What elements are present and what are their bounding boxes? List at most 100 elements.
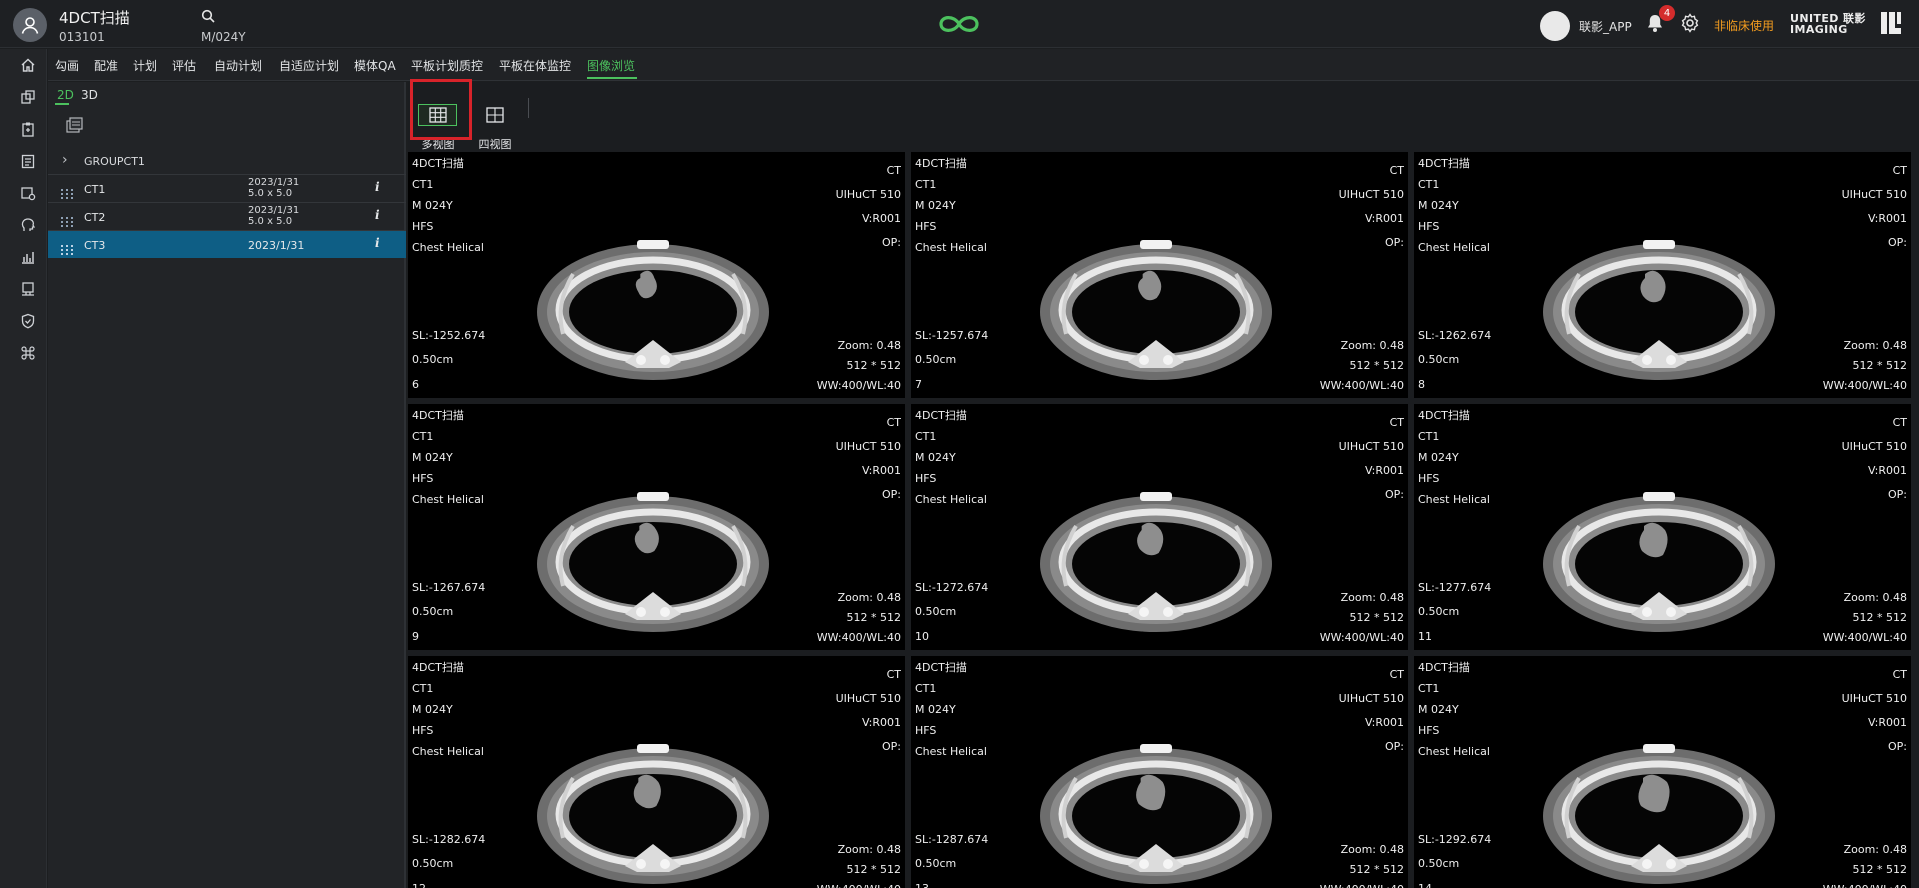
viewport-patient: M 024Y <box>1418 703 1459 716</box>
menu-item-registration[interactable]: 配准 <box>94 57 118 74</box>
viewport-thickness: 0.50cm <box>412 353 454 366</box>
menu-item-epid-plan-qc[interactable]: 平板计划质控 <box>411 57 483 74</box>
viewport-protocol: Chest Helical <box>915 745 987 758</box>
series-spacing: 5.0 x 5.0 <box>248 216 293 227</box>
viewport-version: V:R001 <box>862 212 901 225</box>
group-name: GROUPCT1 <box>84 155 145 168</box>
ct-viewport[interactable]: 4DCT扫描 CT1 M 024Y HFS Chest Helical SL:-1262.… <box>1414 152 1911 398</box>
search-icon[interactable] <box>201 8 215 27</box>
group-row[interactable]: › GROUPCT1 <box>48 148 406 174</box>
ct-slice-image <box>1543 240 1775 380</box>
viewport-thickness: 0.50cm <box>1418 857 1460 870</box>
ct-viewport[interactable]: 4DCT扫描 CT1 M 024Y HFS Chest Helical SL:-1257.… <box>911 152 1408 398</box>
viewport-slice-location: SL:-1262.674 <box>1418 329 1492 342</box>
ct-slice-image <box>1040 744 1272 884</box>
viewport-thickness: 0.50cm <box>915 605 957 618</box>
patient-avatar-icon[interactable] <box>13 8 47 42</box>
viewport-op: OP: <box>882 488 901 501</box>
viewport-window: WW:400/WL:40 <box>1319 631 1404 644</box>
viewport-zoom: Zoom: 0.48 <box>837 591 901 604</box>
viewport-slice-index: 6 <box>412 378 419 391</box>
viewport-protocol: Chest Helical <box>412 493 484 506</box>
user-avatar[interactable] <box>1540 11 1570 41</box>
viewport-matrix: 512 * 512 <box>846 611 901 624</box>
info-icon[interactable]: i <box>375 208 380 222</box>
ct-viewport[interactable]: 4DCT扫描 CT1 M 024Y HFS Chest Helical SL:-1292.… <box>1414 656 1911 888</box>
image-settings-icon[interactable] <box>18 183 38 203</box>
viewport-matrix: 512 * 512 <box>846 359 901 372</box>
quad-view-button[interactable]: 四视图 <box>470 92 520 151</box>
viewport-modality: CT <box>886 164 901 177</box>
viewport-patient: M 024Y <box>1418 199 1459 212</box>
clipboard-icon[interactable] <box>18 119 38 139</box>
viewport-window: WW:400/WL:40 <box>816 379 901 392</box>
user-name[interactable]: 联影_APP <box>1579 18 1632 35</box>
viewport-op: OP: <box>1888 488 1907 501</box>
gear-icon[interactable] <box>1680 13 1700 37</box>
viewport-modality: CT <box>1892 164 1907 177</box>
series-row-ct1[interactable]: CT1 2023/1/31 5.0 x 5.0 i <box>48 174 406 202</box>
viewport-position: HFS <box>915 724 937 737</box>
viewport-matrix: 512 * 512 <box>1852 611 1907 624</box>
ct-slice-image <box>537 744 769 884</box>
viewport-op: OP: <box>882 740 901 753</box>
ct-viewport[interactable]: 4DCT扫描 CT1 M 024Y HFS Chest Helical SL:-1287.… <box>911 656 1408 888</box>
series-date: 2023/1/31 <box>248 239 305 252</box>
tab-2d[interactable]: 2D <box>57 88 74 102</box>
shield-icon[interactable] <box>18 311 38 331</box>
viewport-position: HFS <box>915 472 937 485</box>
viewport-series: CT1 <box>915 430 937 443</box>
menu-item-contouring[interactable]: 勾画 <box>55 57 79 74</box>
viewport-version: V:R001 <box>1365 464 1404 477</box>
viewport-position: HFS <box>1418 472 1440 485</box>
menu-item-adaptive-planning[interactable]: 自适应计划 <box>279 57 339 74</box>
menu-item-phantom-qa[interactable]: 模体QA <box>354 57 396 74</box>
viewport-patient: M 024Y <box>412 703 453 716</box>
viewport-matrix: 512 * 512 <box>1349 863 1404 876</box>
grid-2x2-icon <box>475 104 514 126</box>
ct-viewport[interactable]: 4DCT扫描 CT1 M 024Y HFS Chest Helical SL:-1267.… <box>408 404 905 650</box>
viewport-op: OP: <box>1385 236 1404 249</box>
home-icon[interactable] <box>18 55 38 75</box>
head-icon[interactable] <box>18 215 38 235</box>
menu-item-planning[interactable]: 计划 <box>133 57 157 74</box>
menu-item-epid-invivo[interactable]: 平板在体监控 <box>499 57 571 74</box>
viewport-slice-index: 9 <box>412 630 419 643</box>
viewport-study: 4DCT扫描 <box>412 661 464 674</box>
viewport-version: V:R001 <box>1365 716 1404 729</box>
ct-viewport[interactable]: 4DCT扫描 CT1 M 024Y HFS Chest Helical SL:-1252.… <box>408 152 905 398</box>
series-row-ct2[interactable]: CT2 2023/1/31 5.0 x 5.0 i <box>48 202 406 230</box>
menu-item-auto-planning[interactable]: 自动计划 <box>214 57 262 74</box>
viewport-thickness: 0.50cm <box>915 353 957 366</box>
menu-item-image-browse[interactable]: 图像浏览 <box>587 57 635 74</box>
ct-viewport[interactable]: 4DCT扫描 CT1 M 024Y HFS Chest Helical SL:-1277.… <box>1414 404 1911 650</box>
chevron-right-icon[interactable]: › <box>62 152 68 168</box>
import-series-icon[interactable] <box>66 117 84 137</box>
viewport-thickness: 0.50cm <box>1418 605 1460 618</box>
tab-3d[interactable]: 3D <box>81 88 98 102</box>
info-icon[interactable]: i <box>375 180 380 194</box>
ct-viewport[interactable]: 4DCT扫描 CT1 M 024Y HFS Chest Helical SL:-1282.… <box>408 656 905 888</box>
quad-view-label: 四视图 <box>478 138 512 151</box>
viewport-version: V:R001 <box>1868 464 1907 477</box>
viewport-version: V:R001 <box>862 464 901 477</box>
viewport-device: UIHuCT 510 <box>835 692 901 705</box>
viewport-protocol: Chest Helical <box>1418 745 1490 758</box>
viewport-protocol: Chest Helical <box>412 745 484 758</box>
ct-viewport[interactable]: 4DCT扫描 CT1 M 024Y HFS Chest Helical SL:-1272.… <box>911 404 1408 650</box>
command-icon[interactable] <box>18 343 38 363</box>
monitor-icon[interactable] <box>18 279 38 299</box>
layers-icon[interactable] <box>18 87 38 107</box>
viewport-matrix: 512 * 512 <box>846 863 901 876</box>
viewport-zoom: Zoom: 0.48 <box>1340 591 1404 604</box>
info-icon[interactable]: i <box>375 236 380 250</box>
bar-chart-icon[interactable] <box>18 247 38 267</box>
series-row-ct3[interactable]: CT3 2023/1/31 i <box>48 230 406 258</box>
viewport-study: 4DCT扫描 <box>915 661 967 674</box>
viewport-position: HFS <box>412 724 434 737</box>
series-spacing: 5.0 x 5.0 <box>248 188 293 199</box>
viewport-version: V:R001 <box>1365 212 1404 225</box>
checklist-icon[interactable] <box>18 151 38 171</box>
viewport-protocol: Chest Helical <box>1418 493 1490 506</box>
menu-item-evaluation[interactable]: 评估 <box>172 57 196 74</box>
